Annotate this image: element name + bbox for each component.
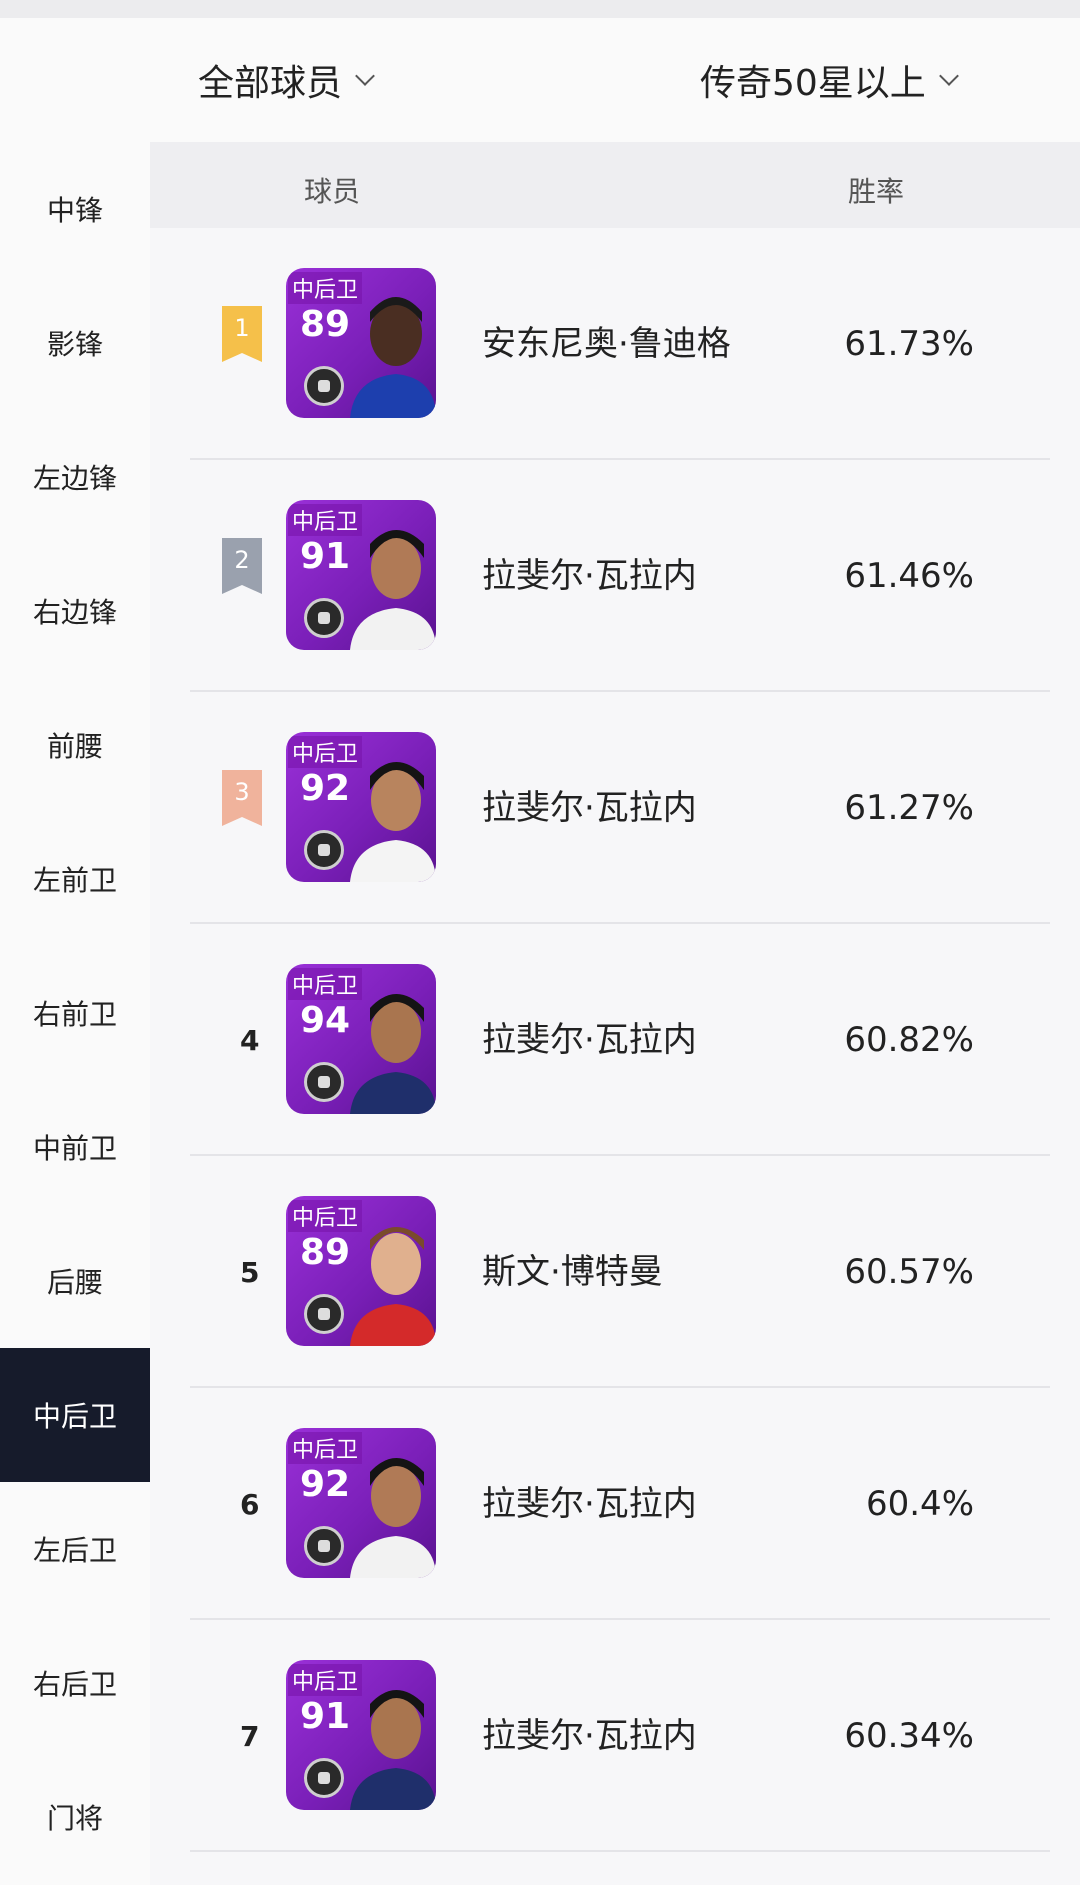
card-position-label: 中后卫 [288, 1432, 363, 1464]
top-status-strip [0, 0, 1080, 18]
sidebar-item-label: 右边锋 [32, 596, 117, 629]
card-rating: 92 [300, 1464, 351, 1505]
table-row[interactable]: 5 中后卫 89 斯文·博特曼 60.57% [190, 1156, 1050, 1388]
team-badge-icon [304, 830, 344, 870]
chevron-down-icon [355, 66, 375, 86]
sidebar-item-cmf[interactable]: 中前卫 [0, 1080, 150, 1214]
rank-badge-bronze: 3 [222, 770, 262, 826]
player-name: 拉斐尔·瓦拉内 [482, 556, 697, 596]
win-rate: 61.27% [844, 788, 974, 828]
sidebar-item-rmf[interactable]: 右前卫 [0, 946, 150, 1080]
player-card[interactable]: 中后卫 92 [286, 1428, 436, 1578]
player-scope-label: 全部球员 [198, 63, 343, 104]
sidebar-item-label: 中后卫 [32, 1400, 117, 1433]
player-card[interactable]: 中后卫 91 [286, 500, 436, 650]
ranking-table: 球员 胜率 1 中后卫 89 安东尼奥·鲁迪格 61.73% 2 中后卫 91 … [150, 142, 1080, 1885]
sidebar-item-label: 前腰 [46, 730, 103, 763]
card-position-label: 中后卫 [288, 968, 363, 1000]
sidebar-item-label: 中前卫 [32, 1132, 117, 1165]
table-row[interactable]: 3 中后卫 92 拉斐尔·瓦拉内 61.27% [190, 692, 1050, 924]
player-name: 拉斐尔·瓦拉内 [482, 788, 697, 828]
team-badge-icon [304, 1526, 344, 1566]
card-position-label: 中后卫 [288, 1664, 363, 1696]
team-badge-icon [304, 1758, 344, 1798]
player-card[interactable]: 中后卫 89 [286, 268, 436, 418]
player-name: 拉斐尔·瓦拉内 [482, 1020, 697, 1060]
position-sidebar: 中锋 影锋 左边锋 右边锋 前腰 左前卫 右前卫 中前卫 后腰 中后卫 左后卫 … [0, 142, 150, 1885]
sidebar-item-cb[interactable]: 中后卫 [0, 1348, 150, 1482]
sidebar-item-lmf[interactable]: 左前卫 [0, 812, 150, 946]
sidebar-item-cf[interactable]: 中锋 [0, 142, 150, 276]
sidebar-item-label: 右后卫 [32, 1668, 117, 1701]
card-position-label: 中后卫 [288, 272, 363, 304]
rank-number: 5 [240, 1256, 260, 1289]
tier-filter-dropdown[interactable]: 传奇50星以上 [700, 58, 959, 104]
card-position-label: 中后卫 [288, 1200, 363, 1232]
sidebar-item-label: 影锋 [46, 328, 103, 361]
player-name: 斯文·博特曼 [482, 1252, 663, 1292]
card-position-label: 中后卫 [288, 736, 363, 768]
sidebar-item-rb[interactable]: 右后卫 [0, 1616, 150, 1750]
win-rate: 61.73% [844, 324, 974, 364]
team-badge-icon [304, 1294, 344, 1334]
sidebar-item-lwf[interactable]: 左边锋 [0, 410, 150, 544]
rank-number: 1 [234, 314, 250, 342]
card-rating: 89 [300, 1232, 351, 1273]
card-rating: 91 [300, 1696, 351, 1737]
sidebar-item-ss[interactable]: 影锋 [0, 276, 150, 410]
rank-badge-gold: 1 [222, 306, 262, 362]
player-name: 安东尼奥·鲁迪格 [482, 324, 731, 364]
table-header: 球员 胜率 [150, 142, 1080, 228]
sidebar-item-dmf[interactable]: 后腰 [0, 1214, 150, 1348]
sidebar-item-lb[interactable]: 左后卫 [0, 1482, 150, 1616]
rank-badge-silver: 2 [222, 538, 262, 594]
table-row[interactable]: 4 中后卫 94 拉斐尔·瓦拉内 60.82% [190, 924, 1050, 1156]
tier-filter-label: 传奇50星以上 [700, 63, 926, 104]
team-badge-icon [304, 366, 344, 406]
card-rating: 92 [300, 768, 351, 809]
table-row[interactable]: 2 中后卫 91 拉斐尔·瓦拉内 61.46% [190, 460, 1050, 692]
win-rate: 60.4% [865, 1484, 974, 1524]
team-badge-icon [304, 1062, 344, 1102]
player-card[interactable]: 中后卫 94 [286, 964, 436, 1114]
player-name: 拉斐尔·瓦拉内 [482, 1484, 697, 1524]
rank-number: 4 [240, 1024, 260, 1057]
filter-bar: 全部球员 传奇50星以上 [0, 18, 1080, 142]
win-rate: 60.34% [844, 1716, 974, 1756]
sidebar-item-label: 门将 [46, 1802, 103, 1835]
table-row[interactable]: 6 中后卫 92 拉斐尔·瓦拉内 60.4% [190, 1388, 1050, 1620]
player-name: 拉斐尔·瓦拉内 [482, 1716, 697, 1756]
rank-number: 3 [234, 778, 250, 806]
rank-number: 6 [240, 1488, 260, 1521]
rank-number: 7 [240, 1720, 260, 1753]
sidebar-item-label: 中锋 [46, 194, 103, 227]
player-card[interactable]: 中后卫 92 [286, 732, 436, 882]
win-rate: 61.46% [844, 556, 974, 596]
table-row[interactable]: 1 中后卫 89 安东尼奥·鲁迪格 61.73% [190, 228, 1050, 460]
win-rate: 60.82% [844, 1020, 974, 1060]
player-card[interactable]: 中后卫 91 [286, 1660, 436, 1810]
sidebar-item-label: 后腰 [46, 1266, 103, 1299]
sidebar-item-label: 左前卫 [32, 864, 117, 897]
rank-number: 2 [234, 546, 250, 574]
win-rate: 60.57% [844, 1252, 974, 1292]
card-rating: 91 [300, 536, 351, 577]
card-rating: 94 [300, 1000, 351, 1041]
column-header-winrate[interactable]: 胜率 [848, 170, 904, 210]
sidebar-item-gk[interactable]: 门将 [0, 1750, 150, 1884]
card-rating: 89 [300, 304, 351, 345]
sidebar-item-label: 右前卫 [32, 998, 117, 1031]
column-header-player: 球员 [304, 175, 361, 208]
player-scope-dropdown[interactable]: 全部球员 [198, 58, 375, 104]
table-row[interactable]: 7 中后卫 91 拉斐尔·瓦拉内 60.34% [190, 1620, 1050, 1852]
card-position-label: 中后卫 [288, 504, 363, 536]
sidebar-item-rwf[interactable]: 右边锋 [0, 544, 150, 678]
team-badge-icon [304, 598, 344, 638]
sidebar-item-amf[interactable]: 前腰 [0, 678, 150, 812]
sidebar-item-label: 左边锋 [32, 462, 117, 495]
chevron-down-icon [938, 66, 959, 86]
player-card[interactable]: 中后卫 89 [286, 1196, 436, 1346]
sidebar-item-label: 左后卫 [32, 1534, 117, 1567]
